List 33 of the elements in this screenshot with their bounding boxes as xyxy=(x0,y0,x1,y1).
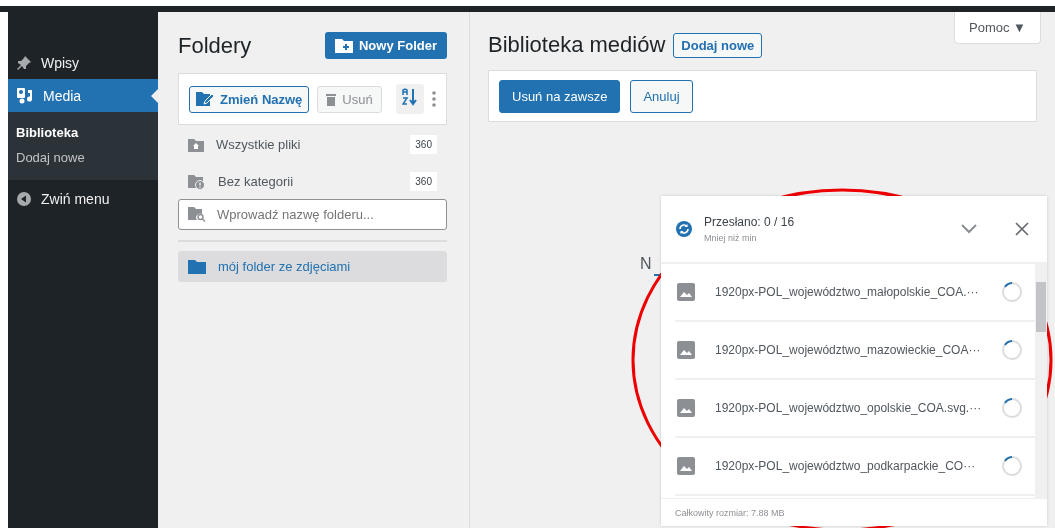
submenu-item[interactable]: Dodaj nowe xyxy=(8,145,158,170)
menu-item[interactable]: Zwiń menu xyxy=(8,182,158,215)
count-badge: 360 xyxy=(410,135,437,154)
action-button[interactable]: Usuń na zawsze xyxy=(499,79,621,113)
folder-label: Wszystkie pliki xyxy=(216,137,302,152)
rename-button[interactable]: Zmień Nazwę xyxy=(189,85,310,113)
menu-item[interactable]: Wpisy xyxy=(8,46,158,79)
folder-search-field[interactable]: Wprowadź nazwę folderu... xyxy=(178,199,447,230)
folder-item[interactable]: Wszystkie pliki 360 xyxy=(178,127,447,162)
media-icon xyxy=(16,86,34,105)
collapse-icon xyxy=(16,190,32,207)
folder-icon xyxy=(188,259,206,274)
folder-item[interactable]: Bez kategorii 360 xyxy=(178,164,447,199)
folder-label: Bez kategorii xyxy=(218,174,295,189)
submenu-item[interactable]: Biblioteka xyxy=(8,120,158,145)
menu-item[interactable]: Media xyxy=(8,79,158,112)
folder-plus-icon xyxy=(335,38,353,53)
help-tab[interactable]: Pomoc ▼ xyxy=(954,12,1041,44)
action-button[interactable]: Anuluj xyxy=(630,79,693,113)
folder-home-icon xyxy=(188,137,204,152)
trash-icon xyxy=(326,92,337,106)
page-title: Biblioteka mediów xyxy=(488,32,666,58)
folder-tree-item[interactable]: mój folder ze zdjęciami xyxy=(178,251,447,282)
folder-edit-icon xyxy=(196,92,214,106)
sort-button[interactable] xyxy=(396,84,424,114)
more-icon[interactable] xyxy=(432,91,436,107)
folder-info-icon xyxy=(188,173,206,190)
count-badge: 360 xyxy=(410,172,437,191)
new-folder-button[interactable]: Nowy Folder xyxy=(325,32,447,59)
add-new-button[interactable]: Dodaj nowe xyxy=(673,32,763,58)
pin-icon xyxy=(16,54,32,71)
panel-title: Foldery xyxy=(178,32,252,59)
sort-az-icon xyxy=(402,88,418,106)
